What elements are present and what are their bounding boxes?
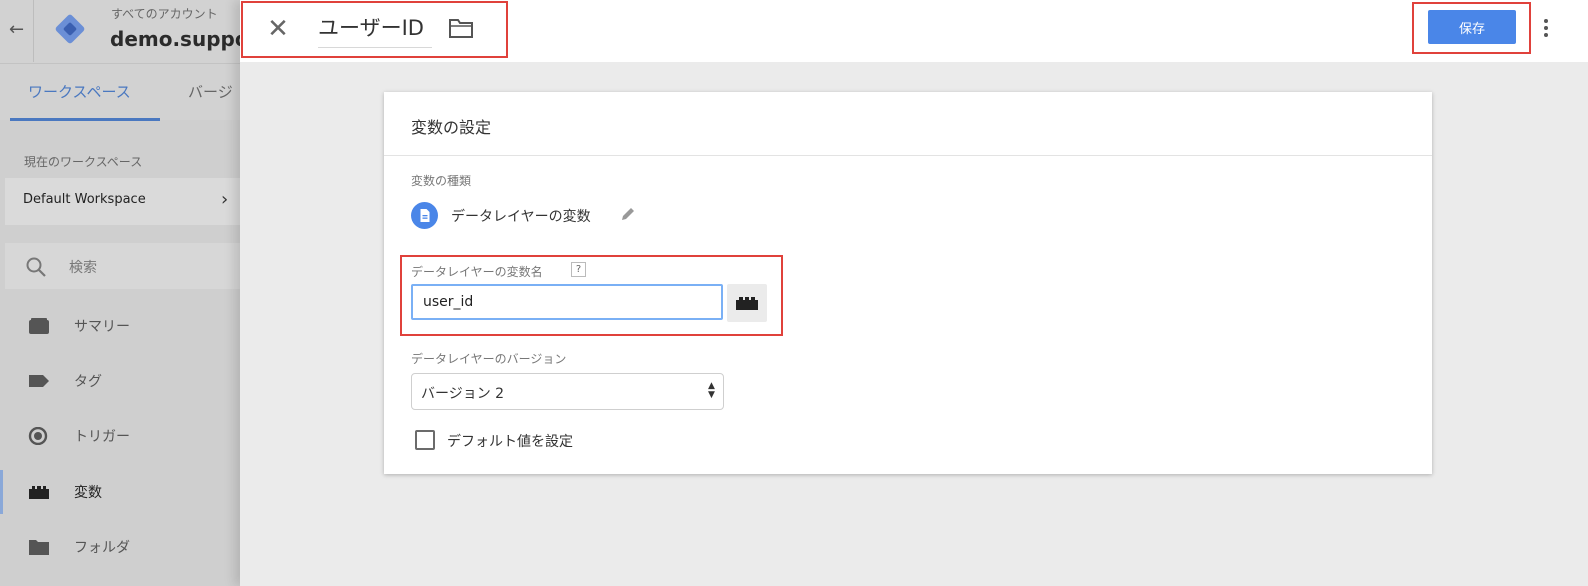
sidebar-item-label: トリガー [74, 429, 130, 445]
dl-version-label: データレイヤーのバージョン [411, 352, 567, 366]
more-vert-icon[interactable] [1536, 14, 1556, 42]
variable-type-value[interactable]: データレイヤーの変数 [451, 206, 591, 226]
variable-icon [29, 486, 49, 499]
sidebar-item-folders[interactable]: フォルダ [0, 527, 240, 567]
current-workspace-label: 現在のワークスペース [24, 155, 143, 169]
account-label: すべてのアカウント [111, 7, 218, 21]
sidebar-item-summary[interactable]: サマリー [0, 306, 240, 346]
card-divider [384, 155, 1432, 156]
tab-workspace[interactable]: ワークスペース [28, 81, 131, 102]
title-field[interactable]: ユーザーID [318, 14, 432, 48]
trigger-icon [28, 427, 48, 445]
chevron-right-icon: › [221, 189, 229, 210]
variable-icon [736, 297, 758, 310]
arrow-left-icon[interactable]: ← [0, 0, 33, 58]
header-divider [33, 0, 34, 62]
sidebar-search[interactable]: 検索 [5, 243, 240, 289]
variable-config-card: 変数の設定 変数の種類 データレイヤーの変数 データレイヤーの変数名 ? use… [384, 92, 1432, 474]
help-icon[interactable]: ? [571, 262, 586, 277]
workspace-selector[interactable]: Default Workspace › [5, 178, 240, 225]
workspace-name: Default Workspace [23, 192, 146, 207]
save-button[interactable]: 保存 [1428, 10, 1516, 44]
app-header: ← すべてのアカウント demo.suppo [0, 0, 249, 64]
app-root: ← すべてのアカウント demo.suppo ワークスペース バージ 現在のワー… [0, 0, 1588, 586]
sidebar-item-variables[interactable]: 変数 [0, 472, 240, 512]
default-value-label: デフォルト値を設定 [447, 434, 573, 450]
pencil-icon[interactable] [620, 206, 636, 222]
left-sidebar: ← すべてのアカウント demo.suppo ワークスペース バージ 現在のワー… [0, 0, 249, 586]
folder-icon[interactable] [448, 16, 474, 40]
variable-title: ユーザーID [318, 16, 424, 40]
workspace-tabs: ワークスペース バージ [0, 64, 240, 121]
dl-version-value: バージョン 2 [421, 386, 505, 402]
tag-icon [29, 375, 49, 387]
variable-picker-button[interactable] [727, 284, 767, 322]
sidebar-item-label: フォルダ [74, 540, 130, 556]
dl-variable-name-input[interactable] [411, 284, 723, 320]
default-value-checkbox[interactable] [415, 430, 435, 450]
search-icon [26, 257, 46, 277]
sidebar-item-label: サマリー [74, 319, 130, 335]
dl-variable-name-label: データレイヤーの変数名 [411, 265, 543, 279]
card-title: 変数の設定 [411, 118, 492, 137]
sidebar-item-label: 変数 [74, 485, 102, 501]
gtm-logo-icon [55, 14, 85, 44]
active-tab-indicator [10, 118, 160, 121]
select-arrows-icon: ▲ ▼ [708, 381, 715, 400]
sidebar-item-tags[interactable]: タグ [0, 361, 240, 401]
sidebar-item-triggers[interactable]: トリガー [0, 416, 240, 456]
variable-type-label: 変数の種類 [411, 174, 472, 188]
variable-editor-panel: ✕ ユーザーID 保存 変数の設定 変数の種類 データレイヤーの変数 データレイ… [240, 0, 1588, 586]
summary-icon [29, 318, 49, 334]
data-layer-variable-icon [411, 202, 438, 229]
sidebar-item-label: タグ [74, 374, 102, 390]
close-icon[interactable]: ✕ [262, 13, 294, 45]
search-placeholder: 検索 [69, 260, 97, 276]
editor-topbar: ✕ ユーザーID 保存 [240, 0, 1588, 62]
tab-versions[interactable]: バージ [188, 81, 233, 102]
folder-icon [29, 540, 49, 555]
container-name[interactable]: demo.suppo [110, 27, 249, 51]
dl-version-select[interactable]: バージョン 2 ▲ ▼ [411, 373, 724, 410]
